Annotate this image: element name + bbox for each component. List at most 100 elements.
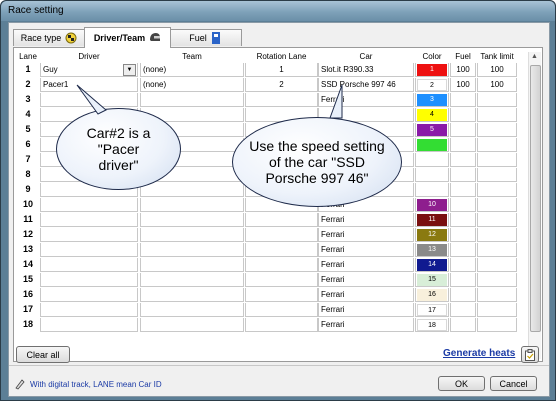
tank-limit-cell[interactable] <box>477 228 517 242</box>
driver-cell[interactable] <box>40 258 138 272</box>
rotation-lane-cell[interactable] <box>245 213 318 227</box>
clear-all-button[interactable]: Clear all <box>16 346 70 363</box>
team-cell[interactable]: (none) <box>140 78 244 92</box>
rotation-lane-cell[interactable] <box>245 258 318 272</box>
team-cell[interactable] <box>140 183 244 197</box>
fuel-cell[interactable] <box>450 183 476 197</box>
color-cell[interactable]: 13 <box>415 243 449 257</box>
tank-limit-cell[interactable]: 100 <box>477 63 517 77</box>
car-cell[interactable]: Slot.it R390.33 <box>318 63 414 77</box>
ok-button[interactable]: OK <box>438 376 485 391</box>
color-cell[interactable]: 11 <box>415 213 449 227</box>
fuel-cell[interactable] <box>450 303 476 317</box>
car-cell[interactable]: Ferrari <box>318 243 414 257</box>
color-cell[interactable] <box>415 138 449 152</box>
car-cell[interactable]: Ferrari <box>318 303 414 317</box>
fuel-cell[interactable] <box>450 213 476 227</box>
car-cell[interactable]: Ferrari <box>318 288 414 302</box>
fuel-cell[interactable] <box>450 168 476 182</box>
fuel-cell[interactable]: 100 <box>450 63 476 77</box>
rotation-lane-cell[interactable] <box>245 273 318 287</box>
fuel-cell[interactable] <box>450 273 476 287</box>
vertical-scrollbar[interactable]: ▲ ▼ <box>528 52 541 359</box>
rotation-lane-cell[interactable] <box>245 243 318 257</box>
tank-limit-cell[interactable] <box>477 183 517 197</box>
team-cell[interactable] <box>140 93 244 107</box>
tab-race-type[interactable]: Race type <box>13 29 85 46</box>
team-cell[interactable] <box>140 213 244 227</box>
scroll-up-icon[interactable]: ▲ <box>531 53 538 60</box>
color-cell[interactable]: 17 <box>415 303 449 317</box>
car-cell[interactable]: Ferrari <box>318 258 414 272</box>
color-cell[interactable]: 4 <box>415 108 449 122</box>
team-cell[interactable] <box>140 243 244 257</box>
tab-fuel[interactable]: Fuel <box>170 29 242 46</box>
driver-cell[interactable] <box>40 213 138 227</box>
color-cell[interactable]: 12 <box>415 228 449 242</box>
car-cell[interactable]: Ferrari <box>318 318 414 332</box>
fuel-cell[interactable] <box>450 123 476 137</box>
fuel-cell[interactable] <box>450 243 476 257</box>
color-cell[interactable]: 5 <box>415 123 449 137</box>
team-cell[interactable] <box>140 318 244 332</box>
tank-limit-cell[interactable] <box>477 273 517 287</box>
tank-limit-cell[interactable] <box>477 198 517 212</box>
color-cell[interactable]: 1 <box>415 63 449 77</box>
color-cell[interactable] <box>415 168 449 182</box>
fuel-cell[interactable] <box>450 258 476 272</box>
tank-limit-cell[interactable] <box>477 153 517 167</box>
color-cell[interactable]: 10 <box>415 198 449 212</box>
team-cell[interactable] <box>140 198 244 212</box>
rotation-lane-cell[interactable] <box>245 288 318 302</box>
rotation-lane-cell[interactable] <box>245 228 318 242</box>
color-cell[interactable] <box>415 153 449 167</box>
color-cell[interactable]: 15 <box>415 273 449 287</box>
tank-limit-cell[interactable] <box>477 123 517 137</box>
team-cell[interactable] <box>140 258 244 272</box>
driver-cell[interactable] <box>40 198 138 212</box>
rotation-lane-cell[interactable] <box>245 318 318 332</box>
tank-limit-cell[interactable] <box>477 93 517 107</box>
fuel-cell[interactable] <box>450 288 476 302</box>
color-cell[interactable]: 18 <box>415 318 449 332</box>
driver-cell[interactable] <box>40 273 138 287</box>
color-cell[interactable]: 16 <box>415 288 449 302</box>
tank-limit-cell[interactable] <box>477 108 517 122</box>
driver-cell[interactable] <box>40 318 138 332</box>
tank-limit-cell[interactable] <box>477 168 517 182</box>
tank-limit-cell[interactable] <box>477 318 517 332</box>
team-cell[interactable] <box>140 273 244 287</box>
driver-dropdown-icon[interactable]: ▼ <box>123 64 136 76</box>
tank-limit-cell[interactable] <box>477 138 517 152</box>
rotation-lane-cell[interactable]: 1 <box>245 63 318 77</box>
color-cell[interactable]: 2 <box>415 78 449 92</box>
fuel-cell[interactable] <box>450 198 476 212</box>
color-cell[interactable]: 3 <box>415 93 449 107</box>
team-cell[interactable] <box>140 228 244 242</box>
tank-limit-cell[interactable] <box>477 288 517 302</box>
team-cell[interactable] <box>140 288 244 302</box>
tab-driver-team[interactable]: Driver/Team <box>84 27 171 48</box>
team-cell[interactable] <box>140 303 244 317</box>
generate-heats-button[interactable] <box>521 346 539 363</box>
driver-cell[interactable] <box>40 303 138 317</box>
rotation-lane-cell[interactable] <box>245 303 318 317</box>
fuel-cell[interactable] <box>450 228 476 242</box>
rotation-lane-cell[interactable]: 2 <box>245 78 318 92</box>
driver-cell[interactable]: Guy ▼ <box>40 63 138 77</box>
fuel-cell[interactable] <box>450 318 476 332</box>
tank-limit-cell[interactable] <box>477 213 517 227</box>
tank-limit-cell[interactable] <box>477 258 517 272</box>
driver-cell[interactable] <box>40 228 138 242</box>
fuel-cell[interactable] <box>450 108 476 122</box>
tank-limit-cell[interactable] <box>477 243 517 257</box>
title-bar[interactable]: Race setting <box>1 1 555 21</box>
fuel-cell[interactable] <box>450 93 476 107</box>
fuel-cell[interactable]: 100 <box>450 78 476 92</box>
color-cell[interactable] <box>415 183 449 197</box>
tank-limit-cell[interactable]: 100 <box>477 78 517 92</box>
driver-cell[interactable] <box>40 243 138 257</box>
scrollbar-thumb[interactable] <box>530 65 541 332</box>
car-cell[interactable]: Ferrari <box>318 213 414 227</box>
fuel-cell[interactable] <box>450 138 476 152</box>
